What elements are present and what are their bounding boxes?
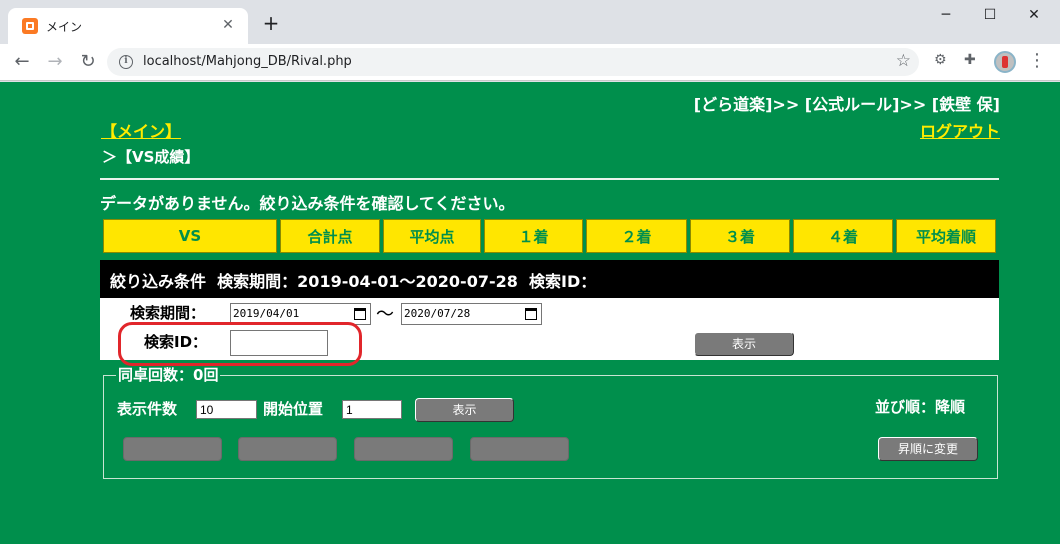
browser-tab[interactable]: メイン ✕ — [8, 8, 248, 44]
start-input[interactable] — [342, 400, 402, 419]
calendar-icon[interactable] — [354, 308, 366, 320]
filter-summary-id-label: 検索ID： — [529, 272, 597, 291]
col-avg-points: 平均点 — [383, 219, 481, 253]
sort-order-label: 並び順：降順 — [875, 398, 966, 416]
tab-strip: メイン ✕ + ─ ☐ ✕ — [0, 0, 1060, 44]
back-arrow-icon[interactable]: ← — [10, 50, 34, 74]
page-nav-button[interactable] — [354, 437, 453, 461]
annotation-highlight-circle — [118, 322, 362, 366]
window-close-icon[interactable]: ✕ — [1014, 4, 1054, 26]
filter-summary-period-label: 検索期間： — [217, 272, 298, 291]
puzzle-icon[interactable]: ✚ — [964, 52, 976, 68]
date-from-value: 2019/04/01 — [233, 307, 300, 320]
sort-ascending-button[interactable]: 昇順に変更 — [878, 437, 978, 461]
paging-fieldset: 同卓回数：0回 表示件数 開始位置 表示 並び順：降順 昇順に変更 — [103, 364, 998, 479]
col-fourth: ４着 — [793, 219, 893, 253]
start-label: 開始位置 — [263, 400, 324, 418]
current-page-label: ＞【VS成績】 — [102, 148, 200, 166]
extension-icon[interactable]: ⚙ — [934, 52, 947, 68]
date-to-value: 2020/07/28 — [404, 307, 471, 320]
count-label: 表示件数 — [117, 400, 178, 418]
paging-show-button[interactable]: 表示 — [415, 398, 514, 422]
xampp-favicon-icon — [22, 18, 38, 34]
page-nav-button[interactable] — [123, 437, 222, 461]
col-total-points: 合計点 — [280, 219, 380, 253]
filter-summary-title: 絞り込み条件 — [110, 272, 207, 291]
tab-title: メイン — [46, 20, 83, 34]
results-table-header: VS 合計点 平均点 １着 ２着 ３着 ４着 平均着順 — [100, 216, 999, 256]
profile-avatar[interactable] — [994, 51, 1016, 73]
no-data-message: データがありません。絞り込み条件を確認してください。 — [100, 194, 515, 213]
site-info-icon[interactable]: i — [119, 55, 133, 69]
divider — [100, 178, 999, 180]
browser-menu-icon[interactable]: ⋮ — [1028, 50, 1046, 71]
page-content: [どら道楽]>> [公式ルール]>> [鉄壁 保] 【メイン】 ログアウト ＞【… — [0, 82, 1060, 544]
reload-icon[interactable]: ↻ — [76, 50, 100, 74]
url-text[interactable]: localhost/Mahjong_DB/Rival.php — [143, 54, 352, 69]
page-nav-button[interactable] — [238, 437, 337, 461]
maximize-icon[interactable]: ☐ — [970, 4, 1010, 26]
address-bar[interactable]: i localhost/Mahjong_DB/Rival.php ☆ — [107, 48, 919, 76]
minimize-icon[interactable]: ─ — [926, 4, 966, 26]
col-first: １着 — [484, 219, 583, 253]
table-count-legend: 同卓回数：0回 — [116, 364, 221, 385]
bookmark-star-icon[interactable]: ☆ — [896, 51, 911, 71]
col-third: ３着 — [690, 219, 790, 253]
tilde-separator: 〜 — [376, 304, 394, 325]
main-link[interactable]: 【メイン】 — [101, 118, 181, 142]
filter-show-button[interactable]: 表示 — [694, 332, 794, 356]
new-tab-button[interactable]: + — [260, 13, 282, 35]
browser-toolbar: ← → ↻ i localhost/Mahjong_DB/Rival.php ☆… — [0, 44, 1060, 81]
page-nav-button[interactable] — [470, 437, 569, 461]
tab-close-icon[interactable]: ✕ — [218, 15, 238, 35]
forward-arrow-icon[interactable]: → — [43, 50, 67, 74]
breadcrumb: [どら道楽]>> [公式ルール]>> [鉄壁 保] — [693, 95, 1000, 114]
logout-link[interactable]: ログアウト — [920, 118, 1000, 142]
period-label: 検索期間： — [130, 304, 206, 322]
col-avg-rank: 平均着順 — [896, 219, 996, 253]
filter-summary-bar: 絞り込み条件 検索期間：2019-04-01～2020-07-28 検索ID： — [100, 260, 999, 298]
col-second: ２着 — [586, 219, 687, 253]
date-to-input[interactable]: 2020/07/28 — [401, 303, 542, 325]
count-input[interactable] — [196, 400, 257, 419]
col-vs: VS — [103, 219, 277, 253]
calendar-icon[interactable] — [525, 308, 537, 320]
filter-summary-period: 2019-04-01～2020-07-28 — [297, 272, 518, 291]
